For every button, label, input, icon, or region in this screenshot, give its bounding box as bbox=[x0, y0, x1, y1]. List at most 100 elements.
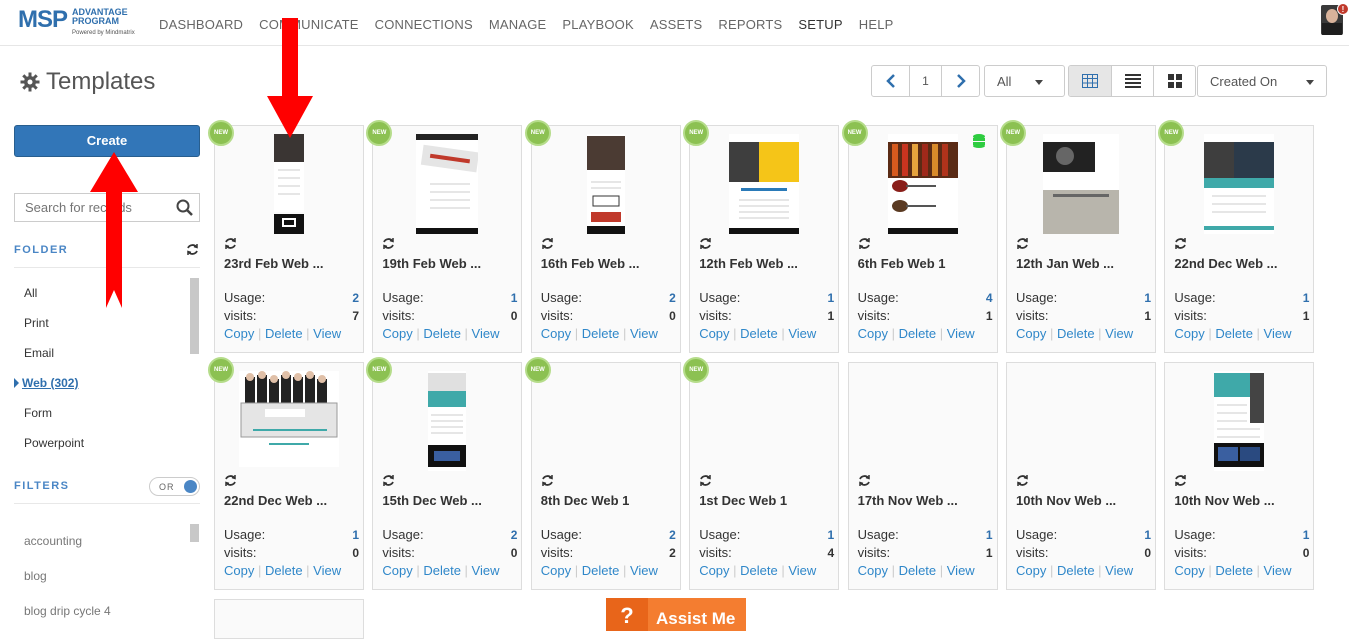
sync-icon[interactable] bbox=[541, 237, 554, 250]
nav-help[interactable]: HELP bbox=[859, 17, 894, 32]
template-thumbnail[interactable] bbox=[373, 371, 521, 473]
usage-count[interactable]: 1 bbox=[1303, 291, 1310, 305]
usage-count[interactable]: 1 bbox=[511, 291, 518, 305]
nav-setup[interactable]: SETUP bbox=[798, 17, 842, 32]
usage-count[interactable]: 1 bbox=[828, 291, 835, 305]
delete-link[interactable]: Delete bbox=[582, 326, 620, 341]
copy-link[interactable]: Copy bbox=[224, 326, 254, 341]
copy-link[interactable]: Copy bbox=[699, 563, 729, 578]
delete-link[interactable]: Delete bbox=[582, 563, 620, 578]
tag-blog-drip-cycle-4[interactable]: blog drip cycle 4 bbox=[24, 604, 111, 618]
usage-count[interactable]: 2 bbox=[669, 528, 676, 542]
user-avatar[interactable]: ! bbox=[1321, 3, 1349, 37]
template-card[interactable]: 12th Jan Web ... Usage: 1 visits: 1 Copy | De… bbox=[1000, 120, 1156, 353]
sync-icon[interactable] bbox=[382, 237, 395, 250]
prev-page-button[interactable] bbox=[872, 66, 909, 96]
list-view-button[interactable] bbox=[1111, 66, 1153, 96]
template-name[interactable]: 1st Dec Web 1 bbox=[699, 493, 787, 508]
template-name[interactable]: 22nd Dec Web ... bbox=[1174, 256, 1277, 271]
copy-link[interactable]: Copy bbox=[1174, 563, 1204, 578]
usage-count[interactable]: 1 bbox=[352, 528, 359, 542]
view-link[interactable]: View bbox=[313, 563, 341, 578]
delete-link[interactable]: Delete bbox=[1215, 326, 1253, 341]
assist-me-button[interactable]: ? Assist Me bbox=[606, 598, 746, 631]
view-link[interactable]: View bbox=[1105, 326, 1133, 341]
filters-or-toggle[interactable]: OR bbox=[149, 477, 200, 496]
template-thumbnail[interactable] bbox=[849, 371, 997, 473]
delete-link[interactable]: Delete bbox=[740, 563, 778, 578]
view-link[interactable]: View bbox=[1264, 326, 1292, 341]
sync-icon[interactable] bbox=[858, 237, 871, 250]
usage-count[interactable]: 1 bbox=[1144, 291, 1151, 305]
sync-icon[interactable] bbox=[541, 474, 554, 487]
delete-link[interactable]: Delete bbox=[1057, 326, 1095, 341]
template-card[interactable] bbox=[214, 599, 364, 639]
nav-playbook[interactable]: PLAYBOOK bbox=[562, 17, 633, 32]
usage-count[interactable]: 2 bbox=[669, 291, 676, 305]
delete-link[interactable]: Delete bbox=[899, 563, 937, 578]
refresh-icon[interactable] bbox=[186, 243, 199, 256]
view-link[interactable]: View bbox=[947, 326, 975, 341]
next-page-button[interactable] bbox=[942, 66, 979, 96]
sync-icon[interactable] bbox=[699, 474, 712, 487]
folder-form[interactable]: Form bbox=[24, 406, 52, 420]
view-link[interactable]: View bbox=[788, 563, 816, 578]
template-name[interactable]: 12th Feb Web ... bbox=[699, 256, 798, 271]
template-name[interactable]: 23rd Feb Web ... bbox=[224, 256, 323, 271]
delete-link[interactable]: Delete bbox=[1057, 563, 1095, 578]
sync-icon[interactable] bbox=[1016, 474, 1029, 487]
template-card[interactable]: 10th Nov Web ... Usage: 1 visits: 0 Copy | De… bbox=[1164, 362, 1315, 590]
template-thumbnail[interactable] bbox=[1165, 371, 1313, 473]
nav-manage[interactable]: MANAGE bbox=[489, 17, 547, 32]
view-link[interactable]: View bbox=[788, 326, 816, 341]
template-name[interactable]: 17th Nov Web ... bbox=[858, 493, 958, 508]
template-thumbnail[interactable] bbox=[1165, 134, 1313, 236]
logo[interactable]: MSP ADVANTAGE PROGRAM Powered by Mindmatr… bbox=[18, 6, 138, 40]
nav-connections[interactable]: CONNECTIONS bbox=[375, 17, 473, 32]
nav-reports[interactable]: REPORTS bbox=[718, 17, 782, 32]
template-thumbnail[interactable] bbox=[532, 134, 680, 236]
template-card[interactable]: 17th Nov Web ... Usage: 1 visits: 1 Copy | De… bbox=[847, 362, 998, 590]
sync-icon[interactable] bbox=[1174, 474, 1187, 487]
template-name[interactable]: 19th Feb Web ... bbox=[382, 256, 481, 271]
view-link[interactable]: View bbox=[1105, 563, 1133, 578]
template-card[interactable]: 23rd Feb Web ... Usage: 2 visits: 7 Copy | De… bbox=[208, 120, 364, 353]
sync-icon[interactable] bbox=[224, 474, 237, 487]
tag-blog[interactable]: blog bbox=[24, 569, 47, 583]
view-link[interactable]: View bbox=[947, 563, 975, 578]
template-thumbnail[interactable] bbox=[849, 134, 997, 236]
sync-icon[interactable] bbox=[858, 474, 871, 487]
copy-link[interactable]: Copy bbox=[224, 563, 254, 578]
copy-link[interactable]: Copy bbox=[699, 326, 729, 341]
template-name[interactable]: 8th Dec Web 1 bbox=[541, 493, 630, 508]
folder-print[interactable]: Print bbox=[24, 316, 49, 330]
copy-link[interactable]: Copy bbox=[541, 563, 571, 578]
template-name[interactable]: 16th Feb Web ... bbox=[541, 256, 640, 271]
copy-link[interactable]: Copy bbox=[858, 326, 888, 341]
sort-select[interactable]: Created On bbox=[1197, 65, 1327, 97]
view-link[interactable]: View bbox=[1264, 563, 1292, 578]
copy-link[interactable]: Copy bbox=[382, 326, 412, 341]
search-icon[interactable] bbox=[176, 199, 193, 216]
template-card[interactable]: 16th Feb Web ... Usage: 2 visits: 0 Copy | De… bbox=[524, 120, 681, 353]
folder-all[interactable]: All bbox=[24, 286, 37, 300]
sync-icon[interactable] bbox=[699, 237, 712, 250]
template-card[interactable]: 22nd Dec Web ... Usage: 1 visits: 1 Copy | De… bbox=[1158, 120, 1315, 353]
template-name[interactable]: 10th Nov Web ... bbox=[1174, 493, 1274, 508]
sync-icon[interactable] bbox=[1016, 237, 1029, 250]
tag-accounting[interactable]: accounting bbox=[24, 534, 82, 548]
folder-scrollbar[interactable] bbox=[190, 278, 199, 354]
tile-view-button[interactable] bbox=[1153, 66, 1195, 96]
copy-link[interactable]: Copy bbox=[541, 326, 571, 341]
copy-link[interactable]: Copy bbox=[1016, 563, 1046, 578]
usage-count[interactable]: 1 bbox=[1303, 528, 1310, 542]
template-thumbnail[interactable] bbox=[215, 371, 363, 473]
template-card[interactable]: 10th Nov Web ... Usage: 1 visits: 0 Copy | De… bbox=[1006, 362, 1156, 590]
template-card[interactable]: 22nd Dec Web ... Usage: 1 visits: 0 Copy | De… bbox=[208, 357, 364, 590]
template-thumbnail[interactable] bbox=[1007, 371, 1155, 473]
delete-link[interactable]: Delete bbox=[899, 326, 937, 341]
view-link[interactable]: View bbox=[313, 326, 341, 341]
folder-email[interactable]: Email bbox=[24, 346, 54, 360]
template-thumbnail[interactable] bbox=[215, 134, 363, 236]
delete-link[interactable]: Delete bbox=[423, 326, 461, 341]
